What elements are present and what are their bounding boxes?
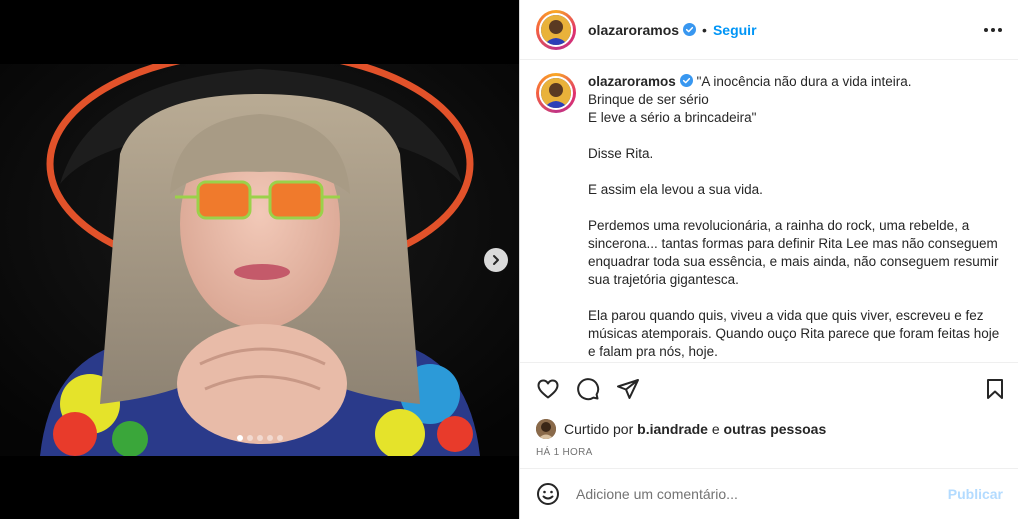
follow-button[interactable]: Seguir	[713, 22, 757, 38]
caption-scroll-area[interactable]: olazaroramos "A inocência não dura a vid…	[520, 61, 1018, 361]
save-button[interactable]	[983, 377, 1007, 401]
carousel-dot	[276, 435, 283, 441]
likes-others-link[interactable]: outras pessoas	[724, 421, 827, 437]
post-timestamp[interactable]: HÁ 1 HORA	[520, 445, 1018, 461]
share-button[interactable]	[616, 377, 640, 401]
carousel-dot	[256, 435, 263, 441]
caption-body: olazaroramos "A inocência não dura a vid…	[588, 73, 1003, 361]
verified-badge-icon	[683, 23, 697, 36]
likes-prefix: Curtido por	[564, 421, 634, 437]
carousel-next-button[interactable]	[484, 248, 508, 272]
action-bar	[520, 363, 1018, 415]
comment-button[interactable]	[576, 377, 600, 401]
comment-input[interactable]	[576, 486, 948, 502]
chevron-right-icon	[493, 255, 499, 265]
carousel-dot	[236, 435, 243, 441]
header-separator: •	[702, 21, 707, 38]
caption-text: "A inocência não dura a vida inteira. Br…	[588, 74, 1000, 359]
like-button[interactable]	[536, 377, 560, 401]
carousel-dot	[246, 435, 253, 441]
heart-icon	[537, 379, 559, 399]
publish-button[interactable]: Publicar	[948, 486, 1003, 502]
post-photo	[0, 64, 519, 456]
post-side-panel: olazaroramos • Seguir olazaroramos "A in…	[519, 0, 1018, 519]
carousel-dot	[266, 435, 273, 441]
carousel-indicator	[0, 435, 519, 441]
header-avatar-ring[interactable]	[536, 9, 576, 50]
caption-avatar[interactable]	[536, 73, 576, 361]
bookmark-icon	[987, 379, 1003, 399]
avatar	[539, 12, 573, 47]
instagram-post-modal: olazaroramos • Seguir olazaroramos "A in…	[0, 0, 1018, 519]
caption-username[interactable]: olazaroramos	[588, 74, 676, 89]
verified-badge-icon	[679, 74, 693, 87]
likes-summary: Curtido por b.iandrade e outras pessoas	[520, 415, 1018, 443]
likes-conjunction: e	[711, 421, 720, 437]
liker-avatar[interactable]	[536, 419, 556, 439]
paper-plane-icon	[617, 379, 639, 399]
caption-comment: olazaroramos "A inocência não dura a vid…	[536, 73, 1003, 361]
header-username[interactable]: olazaroramos	[588, 22, 679, 38]
post-actions-section: Curtido por b.iandrade e outras pessoas …	[520, 362, 1018, 461]
comment-composer: Publicar	[520, 468, 1018, 519]
liker-username[interactable]: b.iandrade	[637, 421, 708, 437]
rita-lee-portrait	[0, 64, 519, 456]
post-header: olazaroramos • Seguir	[520, 0, 1018, 60]
emoji-button[interactable]	[536, 482, 560, 506]
smiley-icon	[537, 483, 559, 505]
post-media	[0, 0, 519, 519]
more-options-icon[interactable]	[984, 27, 1002, 32]
comment-bubble-icon	[577, 378, 600, 401]
